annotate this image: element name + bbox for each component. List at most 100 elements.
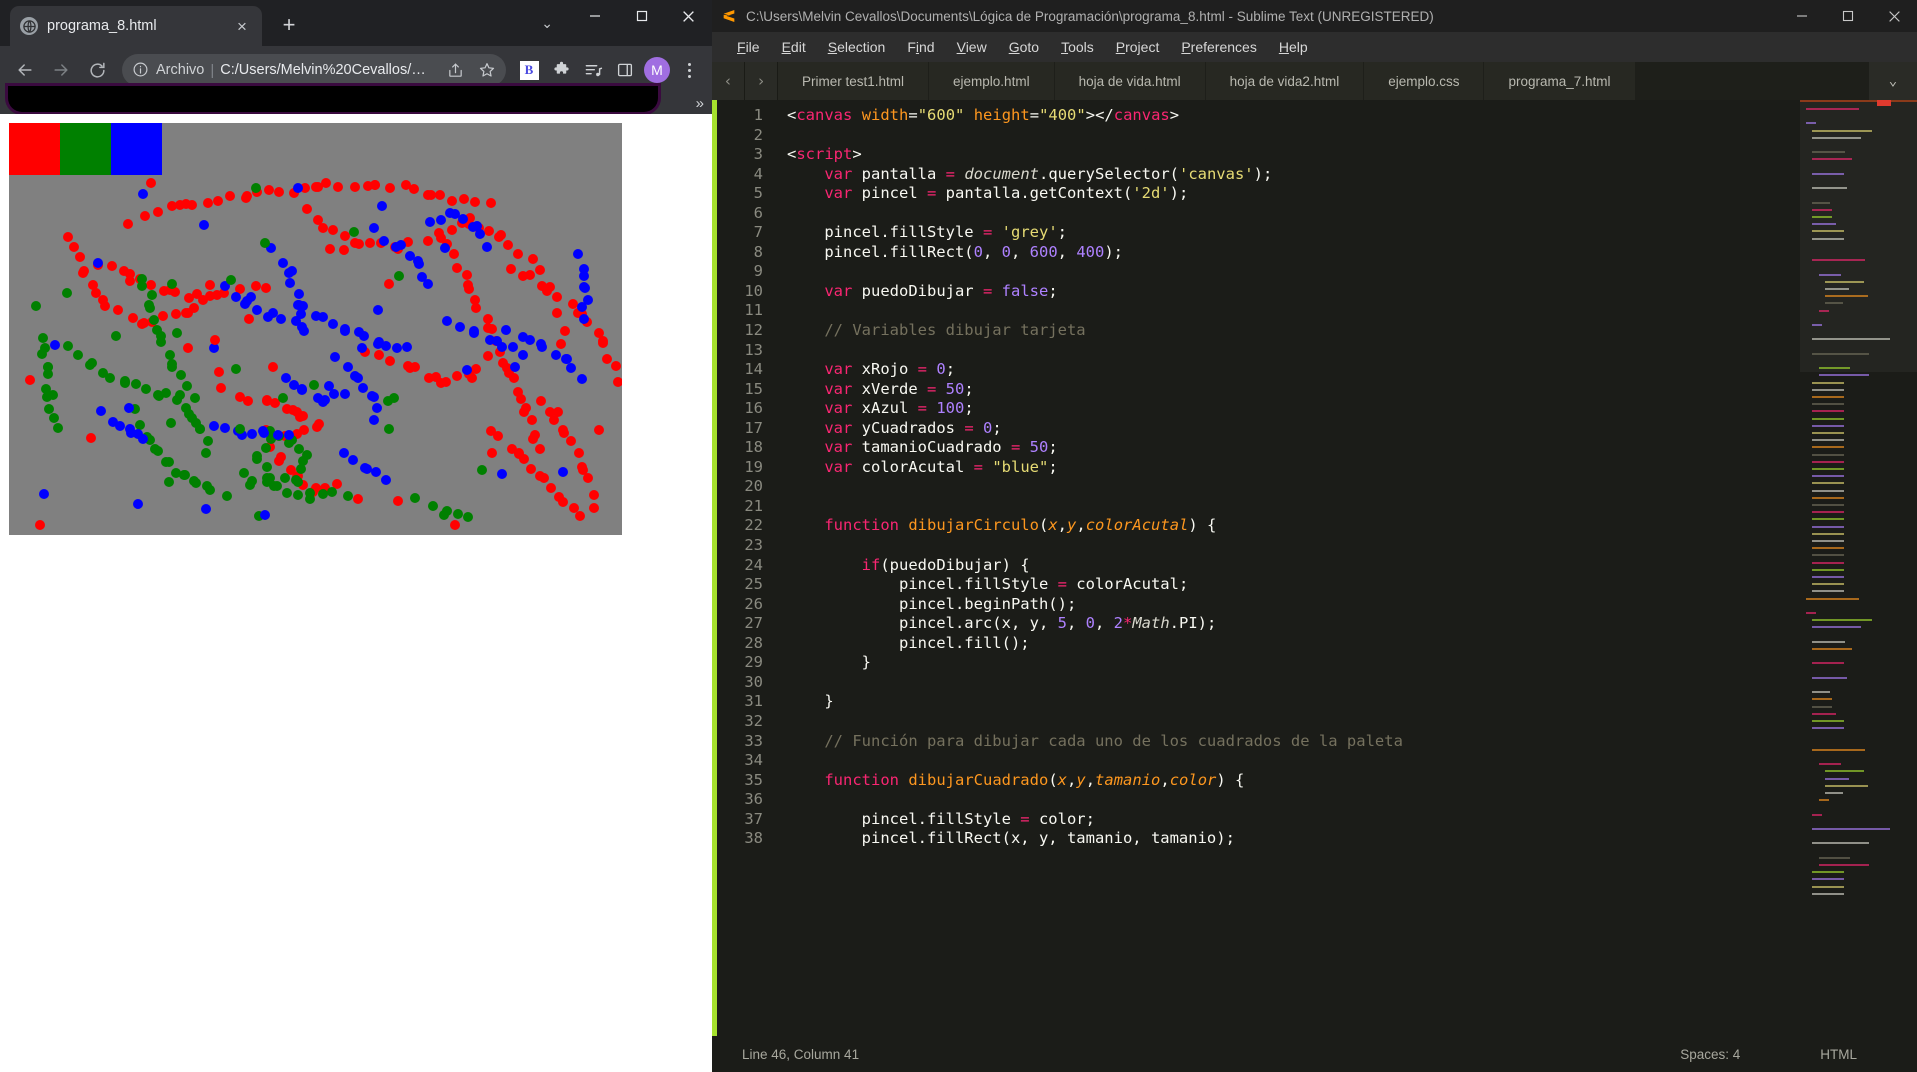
sublime-tab-4[interactable]: ejemplo.css <box>1364 62 1485 100</box>
code-line[interactable]: pincel.arc(x, y, 5, 0, 2*Math.PI); <box>787 614 1917 634</box>
code-line[interactable]: pincel.fillStyle = color; <box>787 810 1917 830</box>
canvas-dot <box>323 380 334 391</box>
menu-help[interactable]: Help <box>1268 36 1319 58</box>
extension-bitwarden-icon[interactable]: B <box>514 55 544 85</box>
canvas-dot <box>165 417 176 428</box>
code-line[interactable]: // Función para dibujar cada uno de los … <box>787 732 1917 752</box>
code-editor-area[interactable]: <canvas width="600" height="400"></canva… <box>773 100 1917 1036</box>
tab-prev-button[interactable]: ‹ <box>712 62 745 100</box>
tab-close-icon[interactable]: × <box>232 16 252 36</box>
code-line[interactable]: } <box>787 692 1917 712</box>
code-line[interactable] <box>787 673 1917 693</box>
menu-preferences[interactable]: Preferences <box>1170 36 1268 58</box>
sublime-tab-1[interactable]: ejemplo.html <box>929 62 1055 100</box>
html-canvas-element[interactable] <box>9 123 622 535</box>
code-line[interactable]: var puedoDibujar = false; <box>787 282 1917 302</box>
code-line[interactable]: <script> <box>787 145 1917 165</box>
close-icon[interactable] <box>1871 0 1917 32</box>
puzzle-icon[interactable] <box>546 55 576 85</box>
code-line[interactable]: pincel.fillStyle = 'grey'; <box>787 223 1917 243</box>
canvas-dot <box>85 359 96 370</box>
canvas-dot <box>439 243 450 254</box>
address-bar[interactable]: Archivo | C:/Users/Melvin%20Cevallos/Doc… <box>122 54 506 86</box>
browser-tab[interactable]: programa_8.html × <box>10 6 262 46</box>
code-line[interactable]: var xVerde = 50; <box>787 380 1917 400</box>
code-line[interactable]: var pincel = pantalla.getContext('2d'); <box>787 184 1917 204</box>
code-line[interactable]: // Variables dibujar tarjeta <box>787 321 1917 341</box>
code-line[interactable]: if(puedoDibujar) { <box>787 556 1917 576</box>
side-panel-icon[interactable] <box>610 55 640 85</box>
menu-goto[interactable]: Goto <box>998 36 1050 58</box>
green-swatch[interactable] <box>60 123 112 175</box>
code-line[interactable] <box>787 497 1917 517</box>
code-line[interactable] <box>787 126 1917 146</box>
menu-view[interactable]: View <box>946 36 998 58</box>
code-line[interactable] <box>787 341 1917 361</box>
red-swatch[interactable] <box>9 123 61 175</box>
tab-search-chevron-down-icon[interactable]: ⌄ <box>541 16 553 30</box>
url-text[interactable]: C:/Users/Melvin%20Cevallos/Doc... <box>220 62 436 78</box>
code-line[interactable] <box>787 477 1917 497</box>
new-tab-button[interactable]: + <box>276 12 302 38</box>
code-line[interactable]: var xAzul = 100; <box>787 399 1917 419</box>
canvas-dot <box>436 215 447 226</box>
canvas-dot <box>556 338 567 349</box>
code-line[interactable]: <canvas width="600" height="400"></canva… <box>787 106 1917 126</box>
minimap[interactable] <box>1800 100 1917 1036</box>
sublime-tab-2[interactable]: hoja de vida.html <box>1054 62 1206 100</box>
code-line[interactable] <box>787 712 1917 732</box>
sublime-tab-3[interactable]: hoja de vida2.html <box>1205 62 1365 100</box>
code-line[interactable]: var colorAcutal = "blue"; <box>787 458 1917 478</box>
code-line[interactable] <box>787 536 1917 556</box>
avatar[interactable]: M <box>642 55 672 85</box>
menu-file[interactable]: File <box>726 36 771 58</box>
code-line[interactable]: var tamanioCuadrado = 50; <box>787 438 1917 458</box>
bookmarks-overflow-icon[interactable]: » <box>696 94 704 114</box>
code-line[interactable]: var xRojo = 0; <box>787 360 1917 380</box>
minimize-icon[interactable] <box>1779 0 1825 32</box>
indentation-label[interactable]: Spaces: 4 <box>1680 1047 1740 1062</box>
code-line[interactable]: function dibujarCuadrado(x,y,tamanio,col… <box>787 771 1917 791</box>
code-line[interactable]: var pantalla = document.querySelector('c… <box>787 165 1917 185</box>
code-line[interactable] <box>787 204 1917 224</box>
minimap-viewport[interactable] <box>1800 100 1917 372</box>
maximize-icon[interactable] <box>618 0 665 32</box>
code-line[interactable] <box>787 751 1917 771</box>
maximize-icon[interactable] <box>1825 0 1871 32</box>
canvas-dot <box>292 489 303 500</box>
forward-arrow-icon[interactable] <box>44 53 78 87</box>
code-line[interactable] <box>787 301 1917 321</box>
minimize-icon[interactable] <box>571 0 618 32</box>
kebab-menu-icon[interactable] <box>674 55 704 85</box>
code-line[interactable]: var yCuadrados = 0; <box>787 419 1917 439</box>
star-icon[interactable] <box>474 57 500 83</box>
syntax-mode-label[interactable]: HTML <box>1820 1047 1857 1062</box>
code-line[interactable]: } <box>787 653 1917 673</box>
canvas-dot <box>368 414 379 425</box>
menu-project[interactable]: Project <box>1105 36 1171 58</box>
menu-tools[interactable]: Tools <box>1050 36 1105 58</box>
reading-list-icon[interactable] <box>578 55 608 85</box>
canvas-dot <box>576 373 587 384</box>
reload-icon[interactable] <box>80 53 114 87</box>
code-line[interactable]: pincel.fillRect(0, 0, 600, 400); <box>787 243 1917 263</box>
blue-swatch[interactable] <box>111 123 163 175</box>
code-line[interactable]: pincel.fillRect(x, y, tamanio, tamanio); <box>787 829 1917 849</box>
code-line[interactable] <box>787 790 1917 810</box>
tab-list-chevron-down-icon[interactable]: ⌄ <box>1869 62 1917 100</box>
code-line[interactable]: pincel.fill(); <box>787 634 1917 654</box>
code-line[interactable] <box>787 262 1917 282</box>
code-line[interactable]: pincel.beginPath(); <box>787 595 1917 615</box>
share-icon[interactable] <box>442 57 468 83</box>
code-line[interactable]: pincel.fillStyle = colorAcutal; <box>787 575 1917 595</box>
canvas-dot <box>611 360 622 371</box>
close-icon[interactable] <box>665 0 712 32</box>
menu-selection[interactable]: Selection <box>817 36 897 58</box>
menu-find[interactable]: Find <box>896 36 945 58</box>
menu-edit[interactable]: Edit <box>771 36 817 58</box>
code-line[interactable]: function dibujarCirculo(x,y,colorAcutal)… <box>787 516 1917 536</box>
back-arrow-icon[interactable] <box>8 53 42 87</box>
tab-next-button[interactable]: › <box>745 62 778 100</box>
sublime-tab-5[interactable]: programa_7.html <box>1484 62 1636 100</box>
sublime-tab-0[interactable]: Primer test1.html <box>778 62 930 100</box>
